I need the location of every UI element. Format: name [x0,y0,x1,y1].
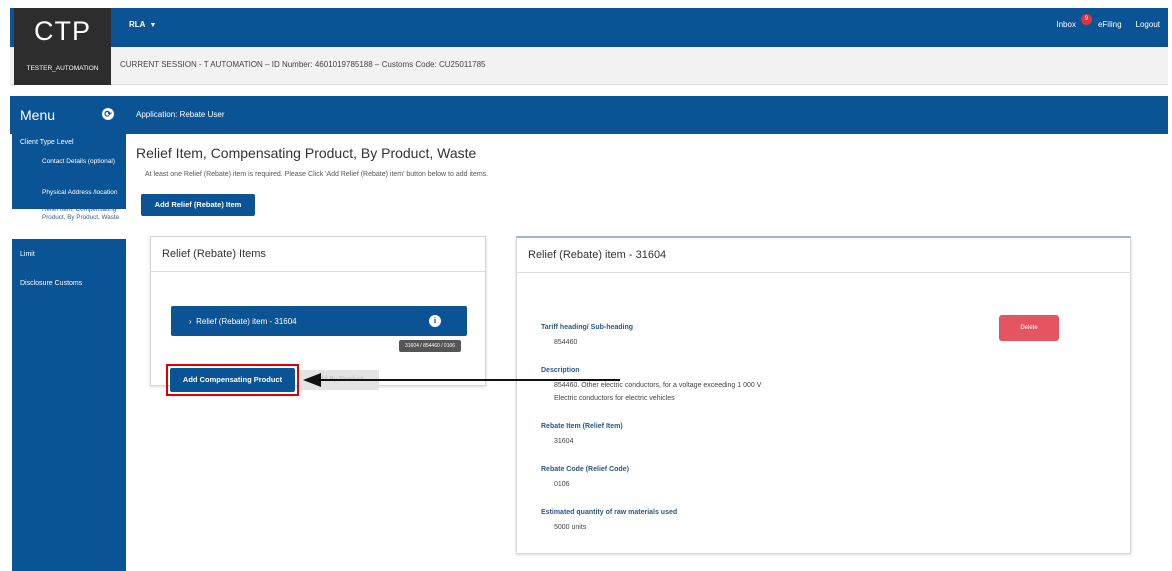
estimated-quantity-label: Estimated quantity of raw materials used [541,509,678,516]
menu-title: Menu [20,107,56,123]
chevron-right-icon: › [189,317,192,326]
description-value: 854460. Other electric conductors, for a… [554,382,762,389]
description-value-2: Electric conductors for electric vehicle… [554,395,675,402]
relief-item-detail-title: Relief (Rebate) item - 31604 [528,249,667,261]
app-logo: CTP [34,16,91,46]
delete-button[interactable]: Delete [999,315,1059,341]
info-icon[interactable]: i [429,315,441,327]
relief-item-label: › Relief (Rebate) item - 31604 [189,317,297,326]
session-bar: CURRENT SESSION - T AUTOMATION – ID Numb… [10,47,1168,85]
relief-item-tooltip: 31604 / 854460 / 0106 [399,340,462,352]
sidebar-group-client-type-level[interactable]: Client Type Level [20,139,74,146]
rebate-code-label: Rebate Code (Relief Code) [541,466,629,473]
relief-items-title: Relief (Rebate) Items [162,248,266,260]
add-relief-item-button[interactable]: Add Relief (Rebate) Item [141,194,255,216]
relief-item-accordion[interactable]: › Relief (Rebate) item - 31604 i [171,306,467,336]
relief-item-text: Relief (Rebate) item - 31604 [196,317,297,326]
sidebar-item-relief-item-active[interactable]: Relief Item, Compensating Product, By Pr… [12,209,126,239]
sidebar-item-physical-address[interactable]: Physical Address /location [42,189,122,197]
tariff-heading-value: 854460 [554,339,578,346]
top-navbar: RLA ▼ Inbox 9 eFiling Logout [10,8,1168,47]
page-hint: At least one Relief (Rebate) item is req… [145,171,489,178]
description-label: Description [541,367,580,374]
logout-link[interactable]: Logout [1136,20,1160,29]
sidebar-item-disclosure-customs[interactable]: Disclosure Customs [20,280,82,287]
module-label: RLA [129,20,146,29]
inbox-label: Inbox [1056,20,1076,29]
efiling-link[interactable]: eFiling [1098,20,1122,29]
sidebar-item-limit[interactable]: Limit [20,251,35,258]
session-info: CURRENT SESSION - T AUTOMATION – ID Numb… [120,60,486,69]
tariff-heading-label: Tariff heading/ Sub-heading [541,324,634,331]
current-user: TESTER_AUTOMATION [26,65,99,72]
estimated-quantity-value: 5000 units [554,524,587,531]
page-title: Relief Item, Compensating Product, By Pr… [136,145,477,161]
card-divider [517,272,1130,273]
logo-block: CTP TESTER_AUTOMATION [14,8,111,85]
card-divider [151,271,485,272]
chevron-down-icon: ▼ [149,22,157,29]
menu-header: Menu ⟳ [10,96,126,134]
inbox-link[interactable]: Inbox 9 [1056,14,1092,29]
relief-item-detail-card: Relief (Rebate) item - 31604 Delete Tari… [516,236,1131,554]
header-links: Inbox 9 eFiling Logout [1056,14,1160,29]
rebate-code-value: 0106 [554,481,570,488]
sidebar-item-contact-details[interactable]: Contact Details (optional) [42,158,122,166]
menu-toggle-icon[interactable]: ⟳ [102,108,114,120]
sidebar: Client Type Level Contact Details (optio… [12,134,126,571]
rebate-item-label: Rebate Item (Relief Item) [541,423,623,430]
annotation-arrow-head [303,373,321,387]
rebate-item-value: 31604 [554,438,574,445]
sidebar-item-label: Relief Item, Compensating Product, By Pr… [42,209,120,221]
inbox-count-badge: 9 [1080,14,1092,25]
module-dropdown[interactable]: RLA ▼ [129,20,156,29]
annotation-arrow [320,379,620,381]
add-compensating-product-button[interactable]: Add Compensating Product [170,368,295,392]
application-label: Application: Rebate User [136,110,225,119]
application-bar: Application: Rebate User [126,96,1168,134]
